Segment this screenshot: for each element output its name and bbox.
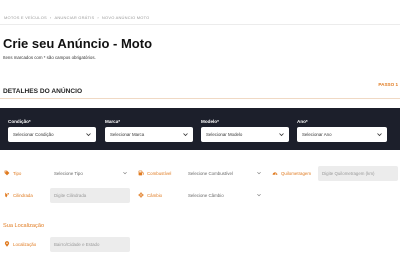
brand-select[interactable]: Selecionar Marca <box>105 127 193 142</box>
chevron-down-icon <box>257 171 261 175</box>
map-pin-icon <box>4 241 10 247</box>
location-input-placeholder: Bairro/Cidade e Estado <box>54 242 100 247</box>
breadcrumb-separator: › <box>49 15 52 20</box>
location-input[interactable]: Bairro/Cidade e Estado <box>50 237 130 252</box>
breadcrumb-item[interactable]: MOTOS E VEÍCULOS <box>4 15 47 20</box>
fuel-select-value: Selecione Combustível <box>188 171 233 176</box>
location-field: Localização Bairro/Cidade e Estado <box>4 237 132 253</box>
engine-icon <box>5 192 9 198</box>
type-label: Tipo <box>13 171 22 176</box>
brand-label: Marca* <box>105 119 121 124</box>
chevron-down-icon <box>183 133 188 137</box>
step-indicator: PASSO 1 <box>378 82 398 87</box>
condition-select-value: Selecionar Condição <box>13 132 54 137</box>
condition-selector: Condição* Selecionar Condição <box>8 119 96 142</box>
year-select[interactable]: Selecionar Ano <box>297 127 387 142</box>
chevron-down-icon <box>279 133 284 137</box>
model-select-value: Selecionar Modelo <box>206 132 243 137</box>
model-label: Modelo* <box>201 119 219 124</box>
type-field: Tipo Selecione Tipo <box>4 166 132 182</box>
displacement-input[interactable]: Digite Cilindrada <box>50 188 130 203</box>
condition-label: Condição* <box>8 119 31 124</box>
year-select-value: Selecionar Ano <box>302 132 332 137</box>
model-select[interactable]: Selecionar Modelo <box>201 127 289 142</box>
displacement-label: Cilindrada <box>13 193 33 198</box>
transmission-select-value: Selecione Câmbio <box>188 193 224 198</box>
transmission-label: Câmbio <box>147 193 163 198</box>
chevron-down-icon <box>257 193 261 197</box>
divider <box>0 98 400 99</box>
page-title: Crie seu Anúncio - Moto <box>3 36 153 51</box>
model-selector: Modelo* Selecionar Modelo <box>201 119 289 142</box>
type-select[interactable]: Selecione Tipo <box>50 166 130 181</box>
chevron-down-icon <box>86 133 91 137</box>
breadcrumb-item-current: NOVO ANÚNCIO MOTO <box>101 15 150 20</box>
fuel-icon <box>138 170 144 176</box>
displacement-input-placeholder: Digite Cilindrada <box>54 193 87 198</box>
year-selector: Ano* Selecionar Ano <box>297 119 387 142</box>
mileage-input-placeholder: Digite Quilometragem (km) <box>322 171 375 176</box>
brand-select-value: Selecionar Marca <box>110 132 145 137</box>
breadcrumb-item[interactable]: ANUNCIAR GRÁTIS <box>54 15 94 20</box>
breadcrumb: MOTOS E VEÍCULOS › ANUNCIAR GRÁTIS › NOVO AN… <box>4 15 149 20</box>
mileage-input[interactable]: Digite Quilometragem (km) <box>318 166 398 181</box>
location-section-title: Sua Localização <box>3 223 45 229</box>
fuel-label: Combustível <box>147 171 172 176</box>
fuel-select[interactable]: Selecione Combustível <box>184 166 264 181</box>
chevron-down-icon <box>377 133 382 137</box>
transmission-select[interactable]: Selecione Câmbio <box>184 188 264 203</box>
displacement-field: Cilindrada Digite Cilindrada <box>4 188 132 204</box>
gear-icon <box>138 192 144 198</box>
breadcrumb-separator: › <box>97 15 99 20</box>
required-fields-note: Itens marcados com * são campos obrigató… <box>3 55 96 60</box>
chevron-down-icon <box>123 171 127 175</box>
year-label: Ano* <box>297 119 308 124</box>
condition-select[interactable]: Selecionar Condição <box>8 127 96 142</box>
transmission-field: Câmbio Selecione Câmbio <box>138 188 266 204</box>
divider <box>0 24 400 25</box>
section-title: DETALHES DO ANÚNCIO <box>3 88 83 95</box>
mileage-field: Quilometragem Digite Quilometragem (km) <box>272 166 398 182</box>
mileage-label: Quilometragem <box>281 171 312 176</box>
tag-icon <box>4 170 10 176</box>
speedometer-icon <box>272 172 278 175</box>
fuel-field: Combustível Selecione Combustível <box>138 166 266 182</box>
type-select-value: Selecione Tipo <box>54 171 83 176</box>
location-label: Localização <box>13 242 37 247</box>
brand-selector: Marca* Selecionar Marca <box>105 119 193 142</box>
